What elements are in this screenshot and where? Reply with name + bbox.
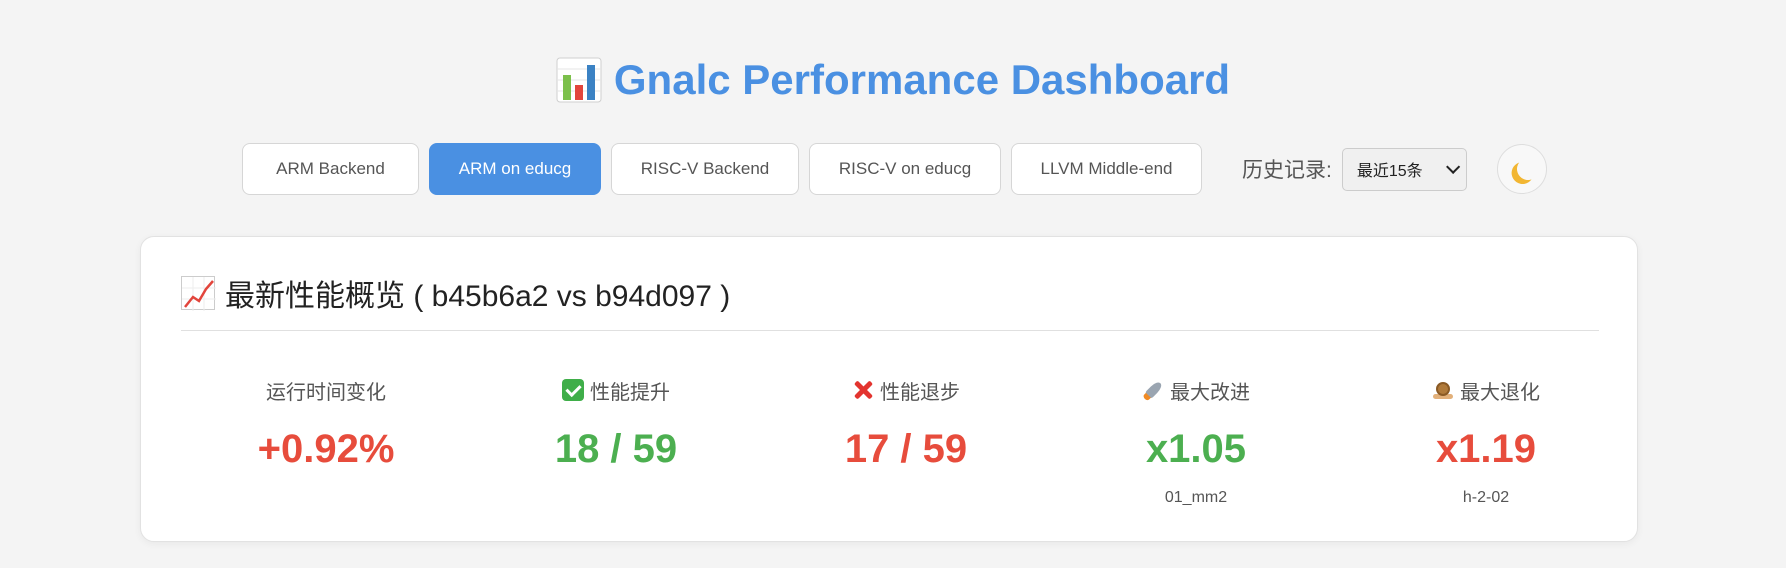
stat-label-text: 最大退化 [1460,381,1540,404]
stat-value: 17 / 59 [844,427,968,471]
stat-label-text: 最大改进 [1170,381,1250,404]
stat-regressions: 性能退步 17 / 59 [761,377,1051,509]
page-title-text: Gnalc Performance Dashboard [613,56,1231,103]
tab-llvm-middle-end[interactable]: LLVM Middle-end [1011,143,1202,195]
stat-label: 最大改进 [1142,377,1250,404]
tab-riscv-on-educg[interactable]: RISC-V on educg [809,143,1001,195]
stat-value: +0.92% [257,427,395,471]
history-label: 历史记录: [1242,159,1332,182]
theme-toggle-button[interactable] [1496,144,1547,194]
stat-label: 性能退步 [852,377,960,404]
stats-row: 运行时间变化 +0.92% 性能提升 18 / 59 性能退步 17 / 59 [181,377,1631,509]
stat-label: 性能提升 [562,377,670,404]
stat-max-regression: 最大退化 x1.19 h-2-02 [1341,377,1631,509]
divider [181,330,1599,331]
overview-card: 最新性能概览 ( b45b6a2 vs b94d097 ) 运行时间变化 +0.… [140,236,1638,542]
chart-increasing-icon [181,276,216,311]
stat-label-text: 运行时间变化 [266,381,386,404]
tab-arm-on-educg[interactable]: ARM on educg [429,143,601,195]
stat-label-text: 性能提升 [590,381,670,404]
stat-value: x1.05 [1145,427,1247,471]
check-icon [562,379,584,401]
moon-icon [1515,156,1540,181]
toolbar: ARM Backend ARM on educg RISC-V Backend … [242,143,1547,195]
cross-icon [852,379,874,401]
stat-max-improvement: 最大改进 x1.05 01_mm2 [1051,377,1341,509]
stat-label: 运行时间变化 [266,377,386,404]
overview-title: 最新性能概览 ( b45b6a2 vs b94d097 ) [181,271,730,315]
tab-riscv-backend[interactable]: RISC-V Backend [611,143,799,195]
stat-value: x1.19 [1435,427,1537,471]
tab-arm-backend[interactable]: ARM Backend [242,143,419,195]
stat-sub: h-2-02 [1462,489,1510,506]
stat-label-text: 性能退步 [880,381,960,404]
rocket-icon [1137,374,1168,405]
dashboard-page: Gnalc Performance Dashboard ARM Backend … [0,0,1786,568]
overview-title-text: 最新性能概览 ( b45b6a2 vs b94d097 ) [225,280,731,313]
history-select[interactable]: 最近15条 [1341,147,1467,191]
stat-improvements: 性能提升 18 / 59 [471,377,761,509]
page-title: Gnalc Performance Dashboard [0,56,1786,104]
chevron-down-icon [1445,159,1461,174]
stat-sub: 01_mm2 [1164,489,1228,506]
stat-value: 18 / 59 [554,427,678,471]
snail-icon [1432,379,1454,401]
bar-chart-icon [556,57,602,103]
stat-runtime-change: 运行时间变化 +0.92% [181,377,471,509]
history-select-value: 最近15条 [1356,163,1423,180]
stat-label: 最大退化 [1432,377,1540,404]
